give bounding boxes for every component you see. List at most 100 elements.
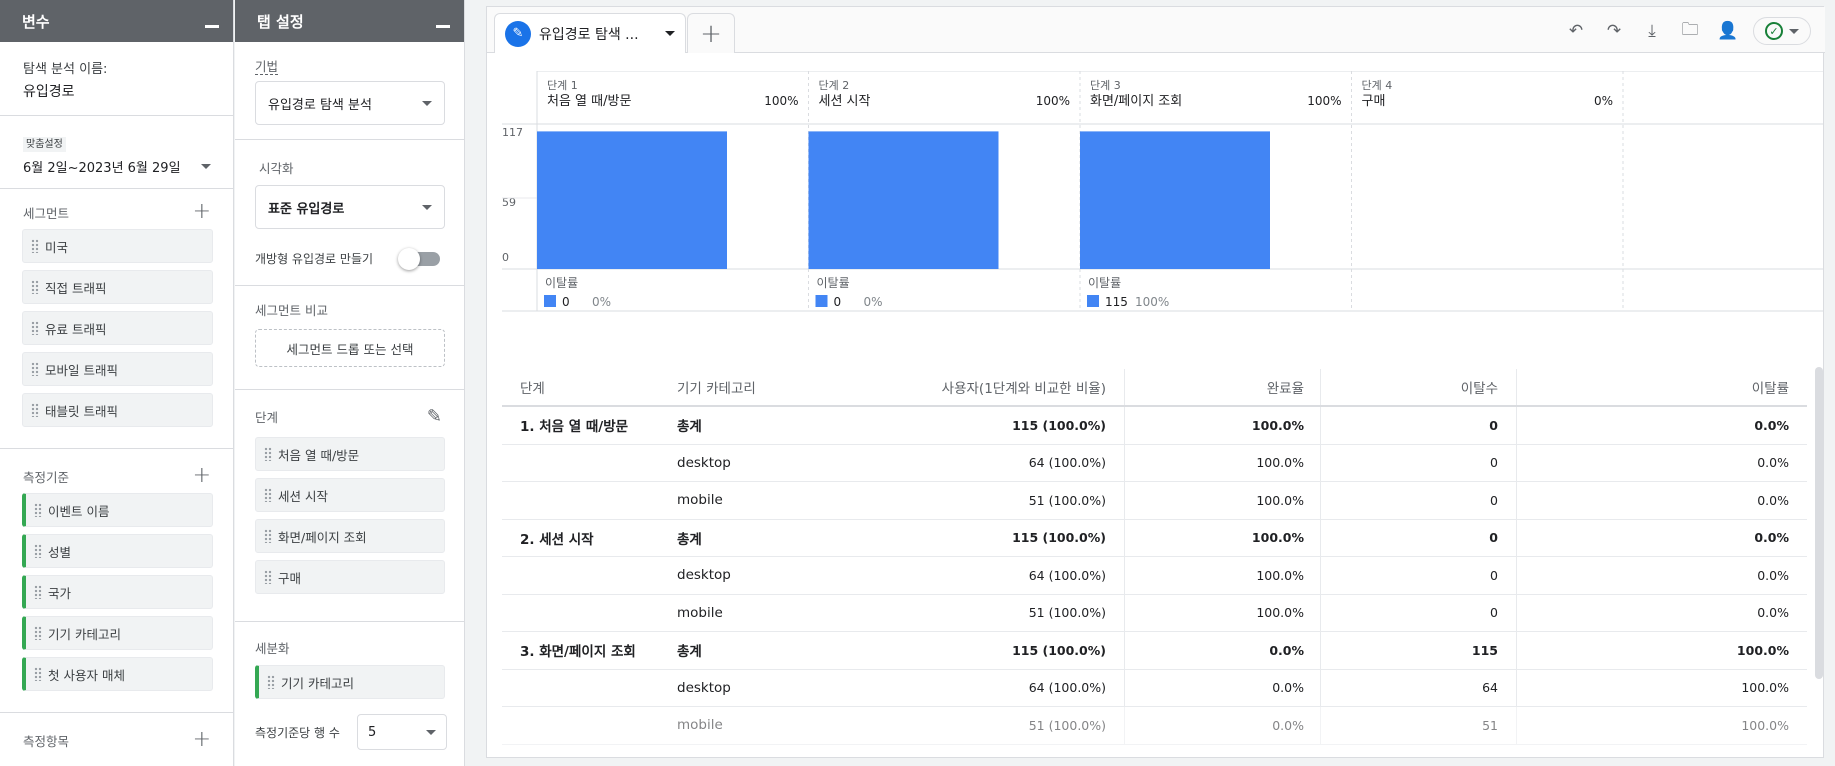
chevron-down-icon[interactable]: [201, 164, 211, 169]
step-chip[interactable]: 세션 시작: [255, 478, 445, 512]
variables-title: 변수: [22, 12, 50, 31]
visualization-section: 시각화 표준 유입경로 개방형 유입경로 만들기: [235, 140, 464, 286]
step-chip[interactable]: 화면/페이지 조회: [255, 519, 445, 553]
drag-handle-icon[interactable]: [34, 667, 42, 681]
table-cell-rate: 0.0%: [1754, 530, 1789, 546]
dropoff-rate: 0%: [864, 295, 883, 309]
step-number-label: 단계 1: [547, 79, 578, 92]
table-row: 2. 세션 시작 총계 115 (100.0%) 100.0% 0 0.0%: [502, 519, 1807, 557]
column-header[interactable]: 완료율: [1125, 369, 1321, 405]
column-header[interactable]: 이탈수: [1321, 369, 1517, 405]
table-cell-comp: 100.0%: [1125, 407, 1321, 444]
dropoff-swatch: [815, 295, 828, 307]
exploration-canvas: ✎ 유입경로 탐색 ... + ↶ ↷ ⤓ 🗀 👤 ✓ 117 59 0 단계 1 처음…: [486, 6, 1825, 758]
chevron-down-icon: [422, 100, 432, 106]
pencil-icon: ✎: [505, 20, 531, 47]
drag-handle-icon[interactable]: [34, 503, 42, 517]
column-header[interactable]: 단계: [502, 377, 677, 397]
date-range-section[interactable]: 맞춤설정 6월 2일~2023년 6월 29일: [0, 116, 233, 189]
breakdown-chip[interactable]: 기기 카테고리: [255, 665, 445, 699]
collapse-icon[interactable]: [205, 24, 219, 28]
step-name-label: 처음 열 때/방문: [547, 94, 631, 109]
share-user-icon[interactable]: 👤: [1715, 18, 1741, 44]
open-funnel-toggle[interactable]: [398, 248, 440, 270]
date-tag: 맞춤설정: [23, 137, 66, 152]
move-folder-icon[interactable]: 🗀: [1677, 18, 1703, 44]
open-funnel-label: 개방형 유입경로 만들기: [255, 252, 374, 266]
table-row: 3. 화면/페이지 조회 총계 115 (100.0%) 0.0% 115 100.0%: [502, 632, 1807, 670]
add-dimension-icon[interactable]: +: [193, 465, 211, 487]
dimension-chip[interactable]: 기기 카테고리: [22, 616, 213, 650]
table-cell-users: 51 (100.0%): [827, 594, 1125, 631]
drag-handle-icon[interactable]: [31, 321, 39, 335]
step-chip[interactable]: 구매: [255, 560, 445, 594]
add-segment-icon[interactable]: +: [193, 201, 211, 223]
segment-chip[interactable]: 미국: [22, 229, 213, 263]
undo-icon[interactable]: ↶: [1563, 18, 1589, 44]
tab-funnel[interactable]: ✎ 유입경로 탐색 ...: [494, 13, 686, 53]
rows-per-dim-select[interactable]: 5: [357, 714, 447, 750]
table-cell-rate: 0.0%: [1757, 455, 1789, 471]
drag-handle-icon[interactable]: [31, 280, 39, 294]
table-cell-rate: 100.0%: [1741, 717, 1789, 733]
technique-value: 유입경로 탐색 분석: [268, 97, 372, 113]
table-cell-cat: mobile: [677, 717, 723, 734]
dropoff-count: 115: [1105, 295, 1128, 309]
dimension-chip[interactable]: 첫 사용자 매체: [22, 657, 213, 691]
add-metric-icon[interactable]: +: [193, 729, 211, 751]
download-icon[interactable]: ⤓: [1639, 18, 1665, 44]
table-cell-drop: 0: [1321, 444, 1517, 481]
dimensions-label: 측정기준: [23, 469, 70, 485]
table-cell-users: 115 (100.0%): [827, 519, 1125, 556]
table-cell-step: 1. 처음 열 때/방문: [520, 419, 629, 436]
dropoff-rate: 100%: [1135, 295, 1169, 309]
column-header[interactable]: 이탈률: [1517, 369, 1807, 405]
drag-handle-icon[interactable]: [34, 626, 42, 640]
scrollbar[interactable]: [1815, 367, 1823, 679]
step-chip[interactable]: 처음 열 때/방문: [255, 437, 445, 471]
save-status-button[interactable]: ✓: [1753, 17, 1811, 45]
funnel-chart: 117590단계 1처음 열 때/방문 100%이탈률0 0%단계 2세션 시작 10…: [502, 71, 1823, 312]
toolbar: ↶ ↷ ⤓ 🗀 👤 ✓: [1563, 17, 1811, 45]
rows-per-dim-label: 측정기준당 행 수: [255, 725, 340, 740]
date-range-value: 6월 2일~2023년 6월 29일: [23, 161, 181, 176]
drag-handle-icon[interactable]: [267, 675, 275, 689]
segment-chip[interactable]: 직접 트래픽: [22, 270, 213, 304]
redo-icon[interactable]: ↷: [1601, 18, 1627, 44]
steps-label: 단계: [255, 410, 279, 425]
exploration-name-label: 탐색 분석 이름:: [23, 62, 108, 77]
drag-handle-icon[interactable]: [264, 529, 272, 543]
segment-chip[interactable]: 모바일 트래픽: [22, 352, 213, 386]
table-cell-drop: 0: [1321, 407, 1517, 444]
column-header[interactable]: 사용자(1단계와 비교한 비율): [827, 369, 1125, 405]
dimension-chip[interactable]: 국가: [22, 575, 213, 609]
add-tab-button[interactable]: +: [687, 13, 735, 53]
drag-handle-icon[interactable]: [31, 239, 39, 253]
dimension-chip[interactable]: 이벤트 이름: [22, 493, 213, 527]
technique-select[interactable]: 유입경로 탐색 분석: [255, 81, 445, 125]
chevron-down-icon[interactable]: [665, 31, 675, 36]
column-header[interactable]: 기기 카테고리: [677, 377, 827, 397]
drag-handle-icon[interactable]: [264, 488, 272, 502]
drag-handle-icon[interactable]: [34, 544, 42, 558]
edit-steps-icon[interactable]: ✎: [427, 406, 442, 427]
chevron-down-icon: [422, 204, 432, 210]
chip-label: 이벤트 이름: [48, 503, 110, 519]
visualization-select[interactable]: 표준 유입경로: [255, 185, 445, 229]
segment-chip[interactable]: 유료 트래픽: [22, 311, 213, 345]
segment-drop-zone[interactable]: 세그먼트 드롭 또는 선택: [255, 329, 445, 367]
segment-compare-label: 세그먼트 비교: [255, 303, 328, 318]
dimension-chip[interactable]: 성별: [22, 534, 213, 568]
collapse-icon[interactable]: [436, 24, 450, 28]
drag-handle-icon[interactable]: [264, 570, 272, 584]
table-cell-comp: 100.0%: [1125, 557, 1321, 594]
segment-chip[interactable]: 태블릿 트래픽: [22, 393, 213, 427]
table-cell-drop: 64: [1321, 669, 1517, 706]
drag-handle-icon[interactable]: [31, 403, 39, 417]
table-cell-comp: 100.0%: [1125, 482, 1321, 519]
table-cell-step: 2. 세션 시작: [520, 531, 594, 548]
drag-handle-icon[interactable]: [264, 447, 272, 461]
exploration-name-input[interactable]: 유입경로: [23, 81, 211, 101]
drag-handle-icon[interactable]: [31, 362, 39, 376]
drag-handle-icon[interactable]: [34, 585, 42, 599]
